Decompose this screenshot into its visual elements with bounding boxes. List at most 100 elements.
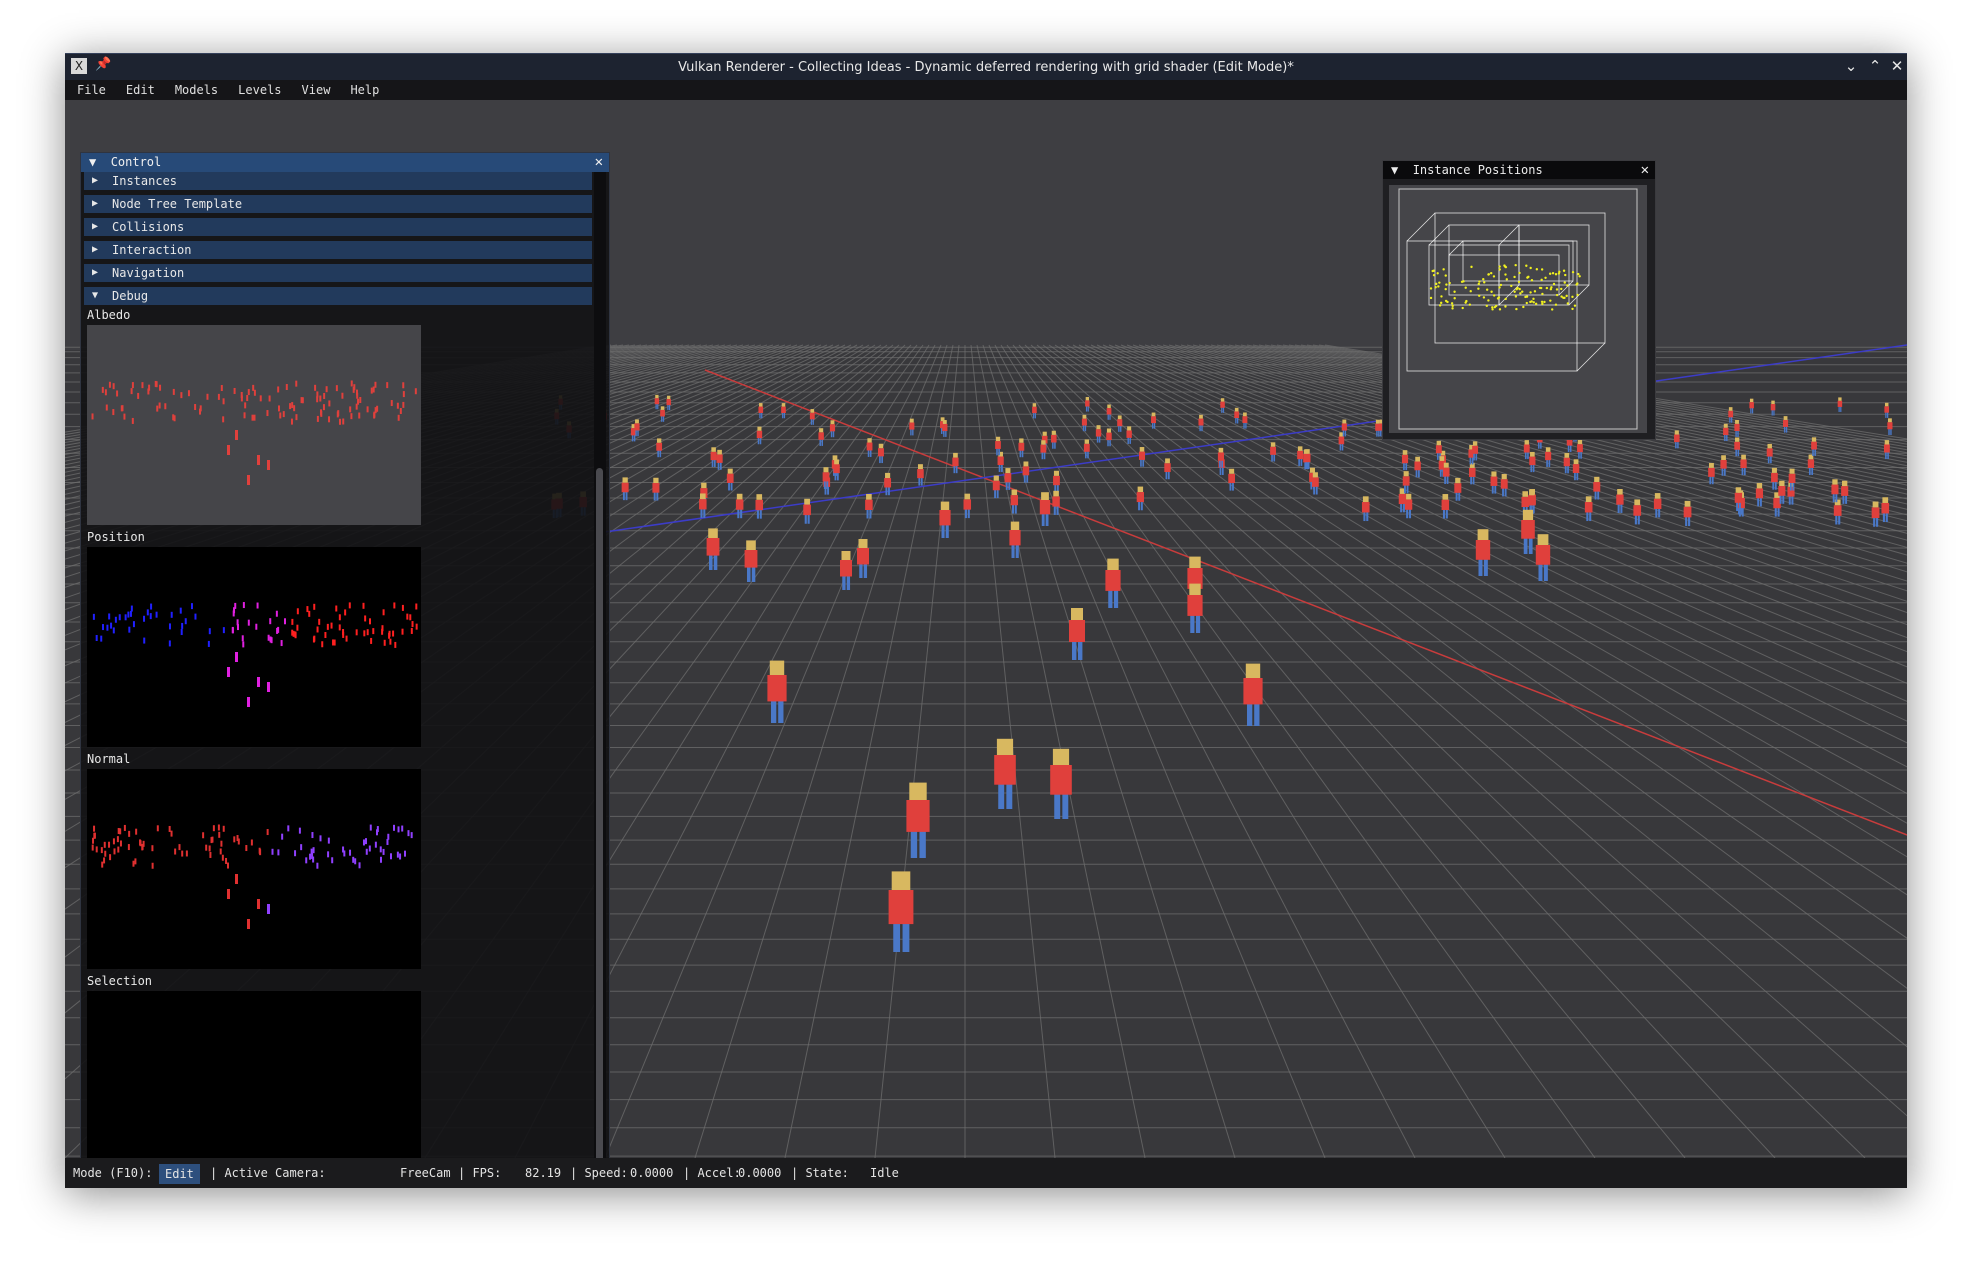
instance-point	[1530, 300, 1533, 303]
character-torso	[1105, 570, 1121, 591]
character-head	[756, 494, 763, 500]
scrollbar-thumb[interactable]	[596, 468, 603, 1180]
instance-point	[1448, 281, 1451, 285]
character-torso	[744, 550, 758, 568]
character-leg	[888, 486, 890, 496]
character-torso	[1414, 461, 1421, 471]
character-head	[1522, 509, 1534, 520]
character-leg	[810, 418, 813, 425]
buffer-instance-mark	[252, 384, 255, 391]
character-torso	[666, 399, 671, 406]
buffer-instance-mark	[386, 838, 389, 845]
character-head	[1811, 437, 1817, 442]
character-torso	[1242, 416, 1248, 424]
instance-positions-title: ▼ Instance Positions	[1391, 163, 1543, 177]
app-icon[interactable]: X	[71, 58, 87, 74]
buffer-instance-mark	[410, 627, 413, 634]
section-collisions[interactable]: ▶ Collisions	[84, 218, 592, 236]
buffer-instance-mark	[396, 851, 399, 858]
character-head	[757, 426, 762, 431]
menu-levels[interactable]: Levels	[226, 83, 289, 97]
mode-toggle[interactable]: Edit	[159, 1164, 200, 1184]
menu-models[interactable]: Models	[163, 83, 226, 97]
character-leg	[945, 430, 947, 437]
buffer-instance-mark	[130, 605, 133, 612]
buffer-instance-mark	[386, 382, 389, 389]
buffer-instance-mark	[158, 402, 161, 409]
section-interaction[interactable]: ▶ Interaction	[84, 241, 592, 259]
character-head	[1838, 397, 1842, 401]
buffer-instance-mark	[312, 856, 315, 863]
buffer-instance-mark	[282, 411, 285, 418]
character-head	[909, 782, 927, 800]
character-leg	[1271, 454, 1273, 462]
menu-edit[interactable]: Edit	[114, 83, 163, 97]
character-head	[1654, 493, 1661, 499]
character-leg	[1011, 504, 1015, 514]
buffer-instance-mark	[280, 640, 283, 647]
buffer-instance-mark	[100, 635, 103, 642]
buffer-instance-mark	[207, 640, 210, 647]
section-navigation[interactable]: ▶ Navigation	[84, 264, 592, 282]
character-head	[1042, 431, 1047, 436]
buffer-instance-mark	[127, 844, 130, 851]
maximize-button[interactable]: ⌃	[1865, 57, 1885, 75]
control-header[interactable]: ▼ Control ✕	[81, 153, 609, 172]
character-leg	[1439, 468, 1442, 477]
close-icon[interactable]: ✕	[595, 153, 603, 172]
character-head	[746, 540, 756, 550]
menu-view[interactable]: View	[290, 83, 339, 97]
section-debug[interactable]: ▼ Debug	[84, 287, 592, 305]
instance-positions-header[interactable]: ▼ Instance Positions ✕	[1383, 161, 1655, 179]
instance-point	[1478, 280, 1481, 283]
character-torso	[1053, 475, 1060, 486]
section-node-tree-template[interactable]: ▶ Node Tree Template	[84, 195, 592, 213]
buffer-instance-mark	[104, 389, 107, 396]
character-head	[810, 409, 815, 413]
close-window-button[interactable]: ✕	[1887, 57, 1907, 75]
character-leg	[910, 829, 918, 858]
character-leg	[622, 491, 625, 501]
character-leg	[1201, 424, 1203, 432]
instance-point	[1498, 286, 1501, 289]
instance-point	[1444, 287, 1447, 291]
character-leg	[1494, 485, 1497, 494]
buffer-instance-mark	[352, 386, 355, 393]
window-title: Vulkan Renderer - Collecting Ideas - Dyn…	[678, 60, 1294, 75]
character-leg	[1138, 501, 1141, 511]
close-icon[interactable]: ✕	[1641, 161, 1649, 179]
character-leg	[1743, 467, 1746, 476]
buffer-instance-mark	[202, 832, 205, 839]
character-torso	[1807, 459, 1815, 468]
instance-point	[1497, 296, 1501, 299]
buffer-instance-mark	[266, 829, 269, 836]
buffer-instance-mark	[410, 832, 413, 839]
character-torso	[857, 548, 869, 565]
menu-help[interactable]: Help	[338, 83, 387, 97]
buffer-instance-mark	[225, 857, 228, 864]
character-leg	[1151, 422, 1154, 429]
pin-icon[interactable]: 📌	[95, 57, 111, 72]
buffer-instance-mark	[335, 385, 338, 392]
character-head	[1051, 430, 1056, 435]
section-instances[interactable]: ▶ Instances	[84, 172, 592, 190]
title-bar: X 📌 Vulkan Renderer - Collecting Ideas -…	[65, 53, 1907, 81]
buffer-instance-mark	[150, 603, 153, 610]
character-leg	[1446, 475, 1449, 484]
character-torso	[1490, 476, 1498, 486]
character-head	[1305, 449, 1310, 454]
3d-viewport[interactable]: ▼ Control ✕ ▶ Instances ▶ Node Tree Temp…	[65, 100, 1907, 1188]
character-leg	[1737, 430, 1739, 437]
scrollbar[interactable]	[594, 172, 606, 1184]
buffer-instance-mark	[370, 637, 373, 644]
character-head	[699, 493, 706, 500]
menu-file[interactable]: File	[65, 83, 114, 97]
character-torso	[1728, 410, 1734, 418]
character-torso	[1083, 443, 1090, 452]
octree-cell	[1434, 212, 1606, 344]
instance-point	[1540, 278, 1543, 282]
minimize-button[interactable]: ⌄	[1841, 57, 1861, 75]
character-leg	[1767, 455, 1770, 464]
character-torso	[1545, 451, 1552, 461]
character-leg	[661, 415, 663, 422]
